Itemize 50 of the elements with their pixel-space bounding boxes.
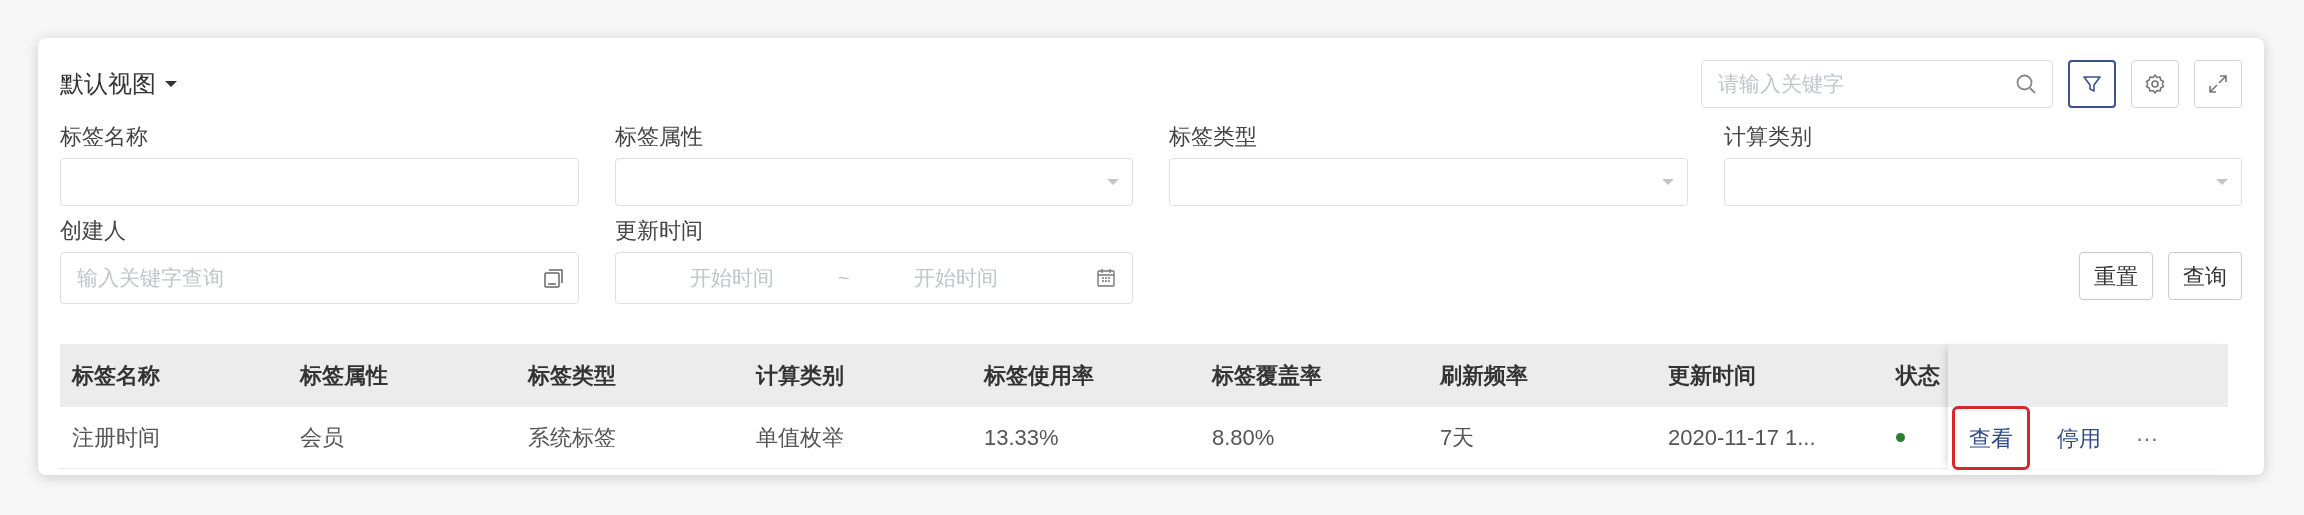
table-cell-text: 7天 [1439, 424, 1476, 452]
end-date-input[interactable]: 开始时间 [855, 262, 1056, 294]
field-label: 标签类型 [1169, 123, 1258, 151]
field-label: 更新时间 [614, 217, 704, 245]
column-header: 标签覆盖率 [1210, 362, 1323, 390]
caret-icon [1660, 178, 1675, 186]
column-header: 标签名称 [70, 362, 161, 390]
select-field[interactable] [614, 158, 1133, 206]
text-field[interactable] [60, 158, 579, 206]
expand-icon [2206, 72, 2230, 96]
table-cell-text: 单值枚举 [755, 424, 845, 452]
copy-icon [542, 267, 565, 289]
select-field[interactable] [1169, 158, 1688, 206]
more-button[interactable]: ··· [2128, 421, 2166, 455]
row-action-link[interactable]: 停用 [2040, 406, 2118, 470]
field-label: 标签属性 [614, 123, 704, 151]
search-field[interactable]: 请输入关键字 [1701, 60, 2053, 108]
caret-icon [1106, 178, 1120, 186]
table-cell-text: 2020-11-17 1... [1667, 424, 1817, 452]
column-header: 刷新频率 [1438, 362, 1529, 390]
settings-icon [2143, 72, 2167, 96]
caret-icon [164, 80, 178, 88]
settings-button[interactable] [2131, 60, 2179, 108]
view-selector[interactable]: 默认视图 [60, 66, 178, 102]
column-header: 标签属性 [298, 362, 389, 390]
column-header: 状态 [1894, 362, 1941, 390]
action-button[interactable]: 查询 [2168, 252, 2242, 300]
table-cell-text: 注册时间 [71, 424, 161, 452]
table-cell-text: 系统标签 [527, 424, 617, 452]
range-separator: ~ [836, 266, 851, 291]
caret-icon [2215, 178, 2229, 186]
fullscreen-button[interactable] [2194, 60, 2242, 108]
action-button[interactable]: 重置 [2079, 252, 2153, 300]
table-cell-text: 13.33% [983, 424, 1060, 452]
select-field[interactable] [1723, 158, 2242, 206]
column-header: 标签类型 [526, 362, 617, 390]
column-header: 标签使用率 [982, 362, 1095, 390]
field-label: 计算类别 [1723, 123, 1813, 151]
field-label: 标签名称 [60, 123, 149, 151]
calendar-icon [1096, 268, 1116, 288]
column-header: 计算类别 [754, 362, 845, 390]
row-action-link[interactable]: 查看 [1952, 406, 2030, 470]
start-date-input[interactable]: 开始时间 [631, 262, 832, 294]
input-field[interactable]: 输入关键字查询 [60, 252, 579, 304]
field-label: 创建人 [60, 217, 127, 245]
filter-button[interactable] [2068, 60, 2116, 108]
table-cell-text: 会员 [299, 424, 345, 452]
search-icon [2015, 73, 2037, 95]
table-cell-text: 8.80% [1211, 424, 1276, 452]
column-header: 更新时间 [1667, 362, 1757, 390]
